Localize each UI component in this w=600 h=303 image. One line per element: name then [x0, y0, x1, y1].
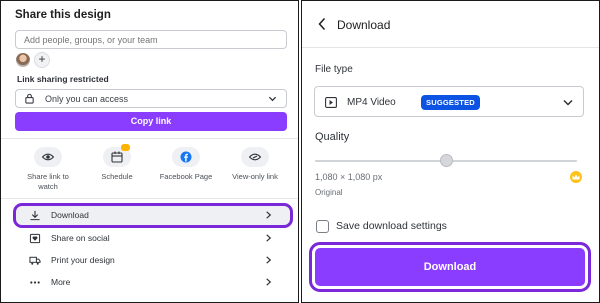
menu-item-label: Share on social	[51, 233, 110, 243]
lock-icon	[25, 93, 34, 104]
heart-icon	[29, 233, 41, 244]
chevron-right-icon	[266, 211, 272, 219]
original-label: Original	[315, 188, 343, 197]
premium-badge	[121, 144, 130, 151]
file-type-select[interactable]: MP4 Video SUGGESTED	[314, 86, 584, 117]
facebook-page-action[interactable]: Facebook Page	[155, 147, 217, 182]
quick-action-label: Schedule	[101, 172, 133, 181]
download-title: Download	[337, 18, 391, 32]
avatar[interactable]	[16, 53, 30, 67]
link-sharing-label: Link sharing restricted	[17, 74, 109, 84]
download-button[interactable]: Download	[315, 248, 585, 286]
chevron-down-icon	[563, 99, 573, 106]
copy-link-button[interactable]: Copy link	[15, 112, 287, 131]
file-type-label: File type	[315, 64, 353, 75]
eye-icon	[42, 153, 54, 161]
menu-item-print-your-design[interactable]: Print your design	[21, 252, 277, 269]
access-value: Only you can access	[45, 94, 129, 104]
truck-icon	[29, 256, 41, 265]
schedule-action[interactable]: Schedule	[86, 144, 148, 182]
chevron-down-icon	[268, 96, 277, 102]
menu-item-more[interactable]: More	[21, 274, 277, 291]
quick-action-label: View-only link	[232, 172, 278, 181]
view-only-link-action[interactable]: View-only link	[224, 147, 286, 182]
access-select[interactable]: Only you can access	[15, 89, 287, 108]
chevron-right-icon	[266, 256, 272, 264]
quick-action-label: Share link to watch	[27, 172, 69, 191]
share-title: Share this design	[15, 9, 111, 21]
file-type-value: MP4 Video	[347, 97, 396, 108]
save-settings-checkbox[interactable]	[316, 220, 329, 233]
download-icon	[30, 210, 40, 221]
download-panel: Download File type MP4 Video SUGGESTED Q…	[301, 0, 600, 303]
menu-item-label: Print your design	[51, 255, 115, 265]
save-settings-label: Save download settings	[336, 220, 447, 232]
quick-action-label: Facebook Page	[159, 172, 213, 181]
quality-slider-thumb[interactable]	[439, 154, 453, 167]
add-person-button[interactable]: +	[34, 52, 50, 68]
quality-label: Quality	[315, 131, 350, 143]
divider	[1, 138, 298, 139]
menu-item-download[interactable]: Download	[21, 207, 277, 224]
link-icon	[249, 153, 261, 161]
facebook-icon	[180, 151, 192, 163]
add-people-input[interactable]	[15, 30, 287, 49]
menu-item-label: Download	[51, 210, 89, 220]
chevron-right-icon	[266, 234, 272, 242]
resolution-text: 1,080 × 1,080 px	[315, 172, 383, 182]
divider	[302, 47, 599, 48]
calendar-icon	[111, 151, 123, 163]
crown-icon	[570, 171, 582, 183]
chevron-right-icon	[266, 278, 272, 286]
share-link-to-watch-action[interactable]: Share link to watch	[17, 147, 79, 192]
ellipsis-icon	[30, 281, 40, 284]
menu-item-label: More	[51, 277, 71, 287]
divider	[1, 198, 298, 199]
back-arrow-icon[interactable]	[317, 17, 327, 31]
menu-item-share-on-social[interactable]: Share on social	[21, 230, 277, 247]
suggested-badge: SUGGESTED	[421, 95, 480, 110]
share-panel: Share this design + Link sharing restric…	[0, 0, 299, 303]
video-icon	[325, 97, 337, 108]
